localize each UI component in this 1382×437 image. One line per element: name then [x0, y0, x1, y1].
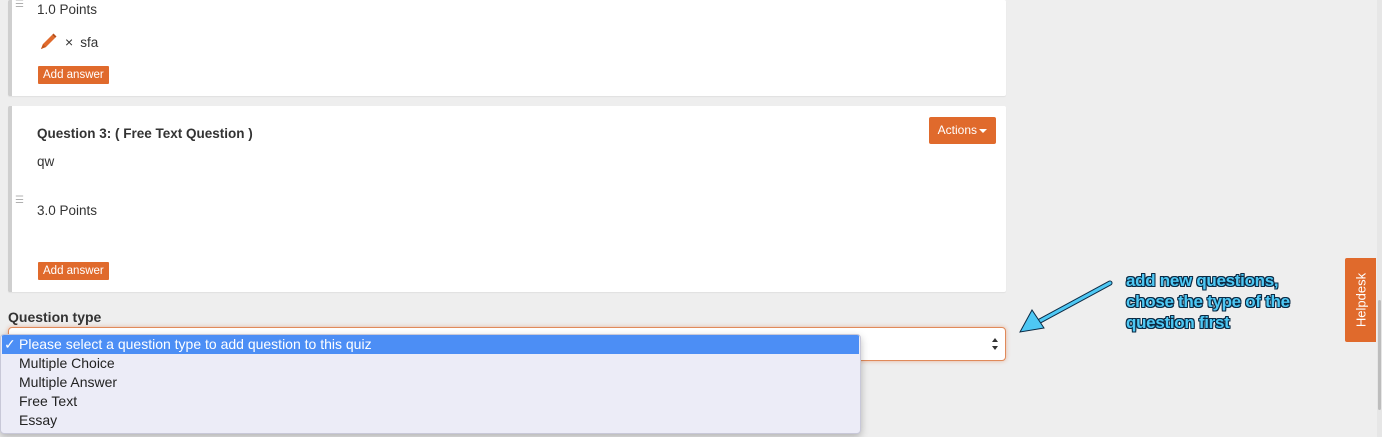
pencil-icon[interactable]	[37, 31, 59, 53]
drag-handle-icon[interactable]: ☰	[15, 0, 24, 10]
option-label: Essay	[19, 412, 58, 428]
question-card-3: ☰ Question 3: ( Free Text Question ) Act…	[8, 106, 1006, 292]
question-title: Question 3: ( Free Text Question )	[37, 126, 253, 141]
annotation-line: chose the type of the	[1126, 292, 1290, 311]
actions-label: Actions	[937, 123, 977, 137]
option-label: Free Text	[19, 393, 78, 409]
annotation-line: question first	[1126, 313, 1230, 332]
add-answer-button[interactable]: Add answer	[38, 262, 109, 280]
actions-button[interactable]: Actions	[928, 117, 996, 144]
dropdown-option[interactable]: Multiple Choice	[2, 354, 859, 373]
drag-handle-icon[interactable]: ☰	[15, 196, 24, 206]
option-label: Multiple Choice	[19, 355, 115, 371]
question-points: 3.0 Points	[37, 203, 98, 218]
dropdown-option[interactable]: Essay	[2, 411, 859, 430]
question-type-dropdown: ✓ Please select a question type to add q…	[0, 334, 861, 434]
annotation-text: add new questions, chose the type of the…	[1126, 270, 1341, 333]
helpdesk-tab[interactable]: Helpdesk	[1345, 258, 1376, 342]
caret-down-icon	[979, 128, 987, 133]
answer-item: × sfa	[37, 31, 98, 53]
option-label: Multiple Answer	[19, 374, 118, 390]
question-points: 1.0 Points	[37, 2, 98, 17]
scrollbar-thumb[interactable]	[1378, 300, 1381, 410]
helpdesk-label: Helpdesk	[1353, 272, 1368, 328]
dropdown-option[interactable]: Free Text	[2, 392, 859, 411]
answer-text: sfa	[80, 34, 99, 50]
question-card-2: ☰ 1.0 Points × sfa Add answer	[8, 0, 1006, 96]
remove-answer-icon[interactable]: ×	[65, 34, 73, 50]
annotation-arrow-icon	[1019, 280, 1113, 333]
question-type-label: Question type	[8, 309, 102, 325]
dropdown-option[interactable]: ✓ Please select a question type to add q…	[2, 335, 859, 354]
question-body: qw	[37, 154, 55, 169]
dropdown-option[interactable]: Multiple Answer	[2, 373, 859, 392]
annotation-line: add new questions,	[1126, 271, 1279, 290]
check-icon: ✓	[4, 336, 16, 352]
add-answer-button[interactable]: Add answer	[38, 66, 109, 84]
select-arrows-icon	[992, 338, 998, 350]
option-label: Please select a question type to add que…	[19, 336, 372, 352]
